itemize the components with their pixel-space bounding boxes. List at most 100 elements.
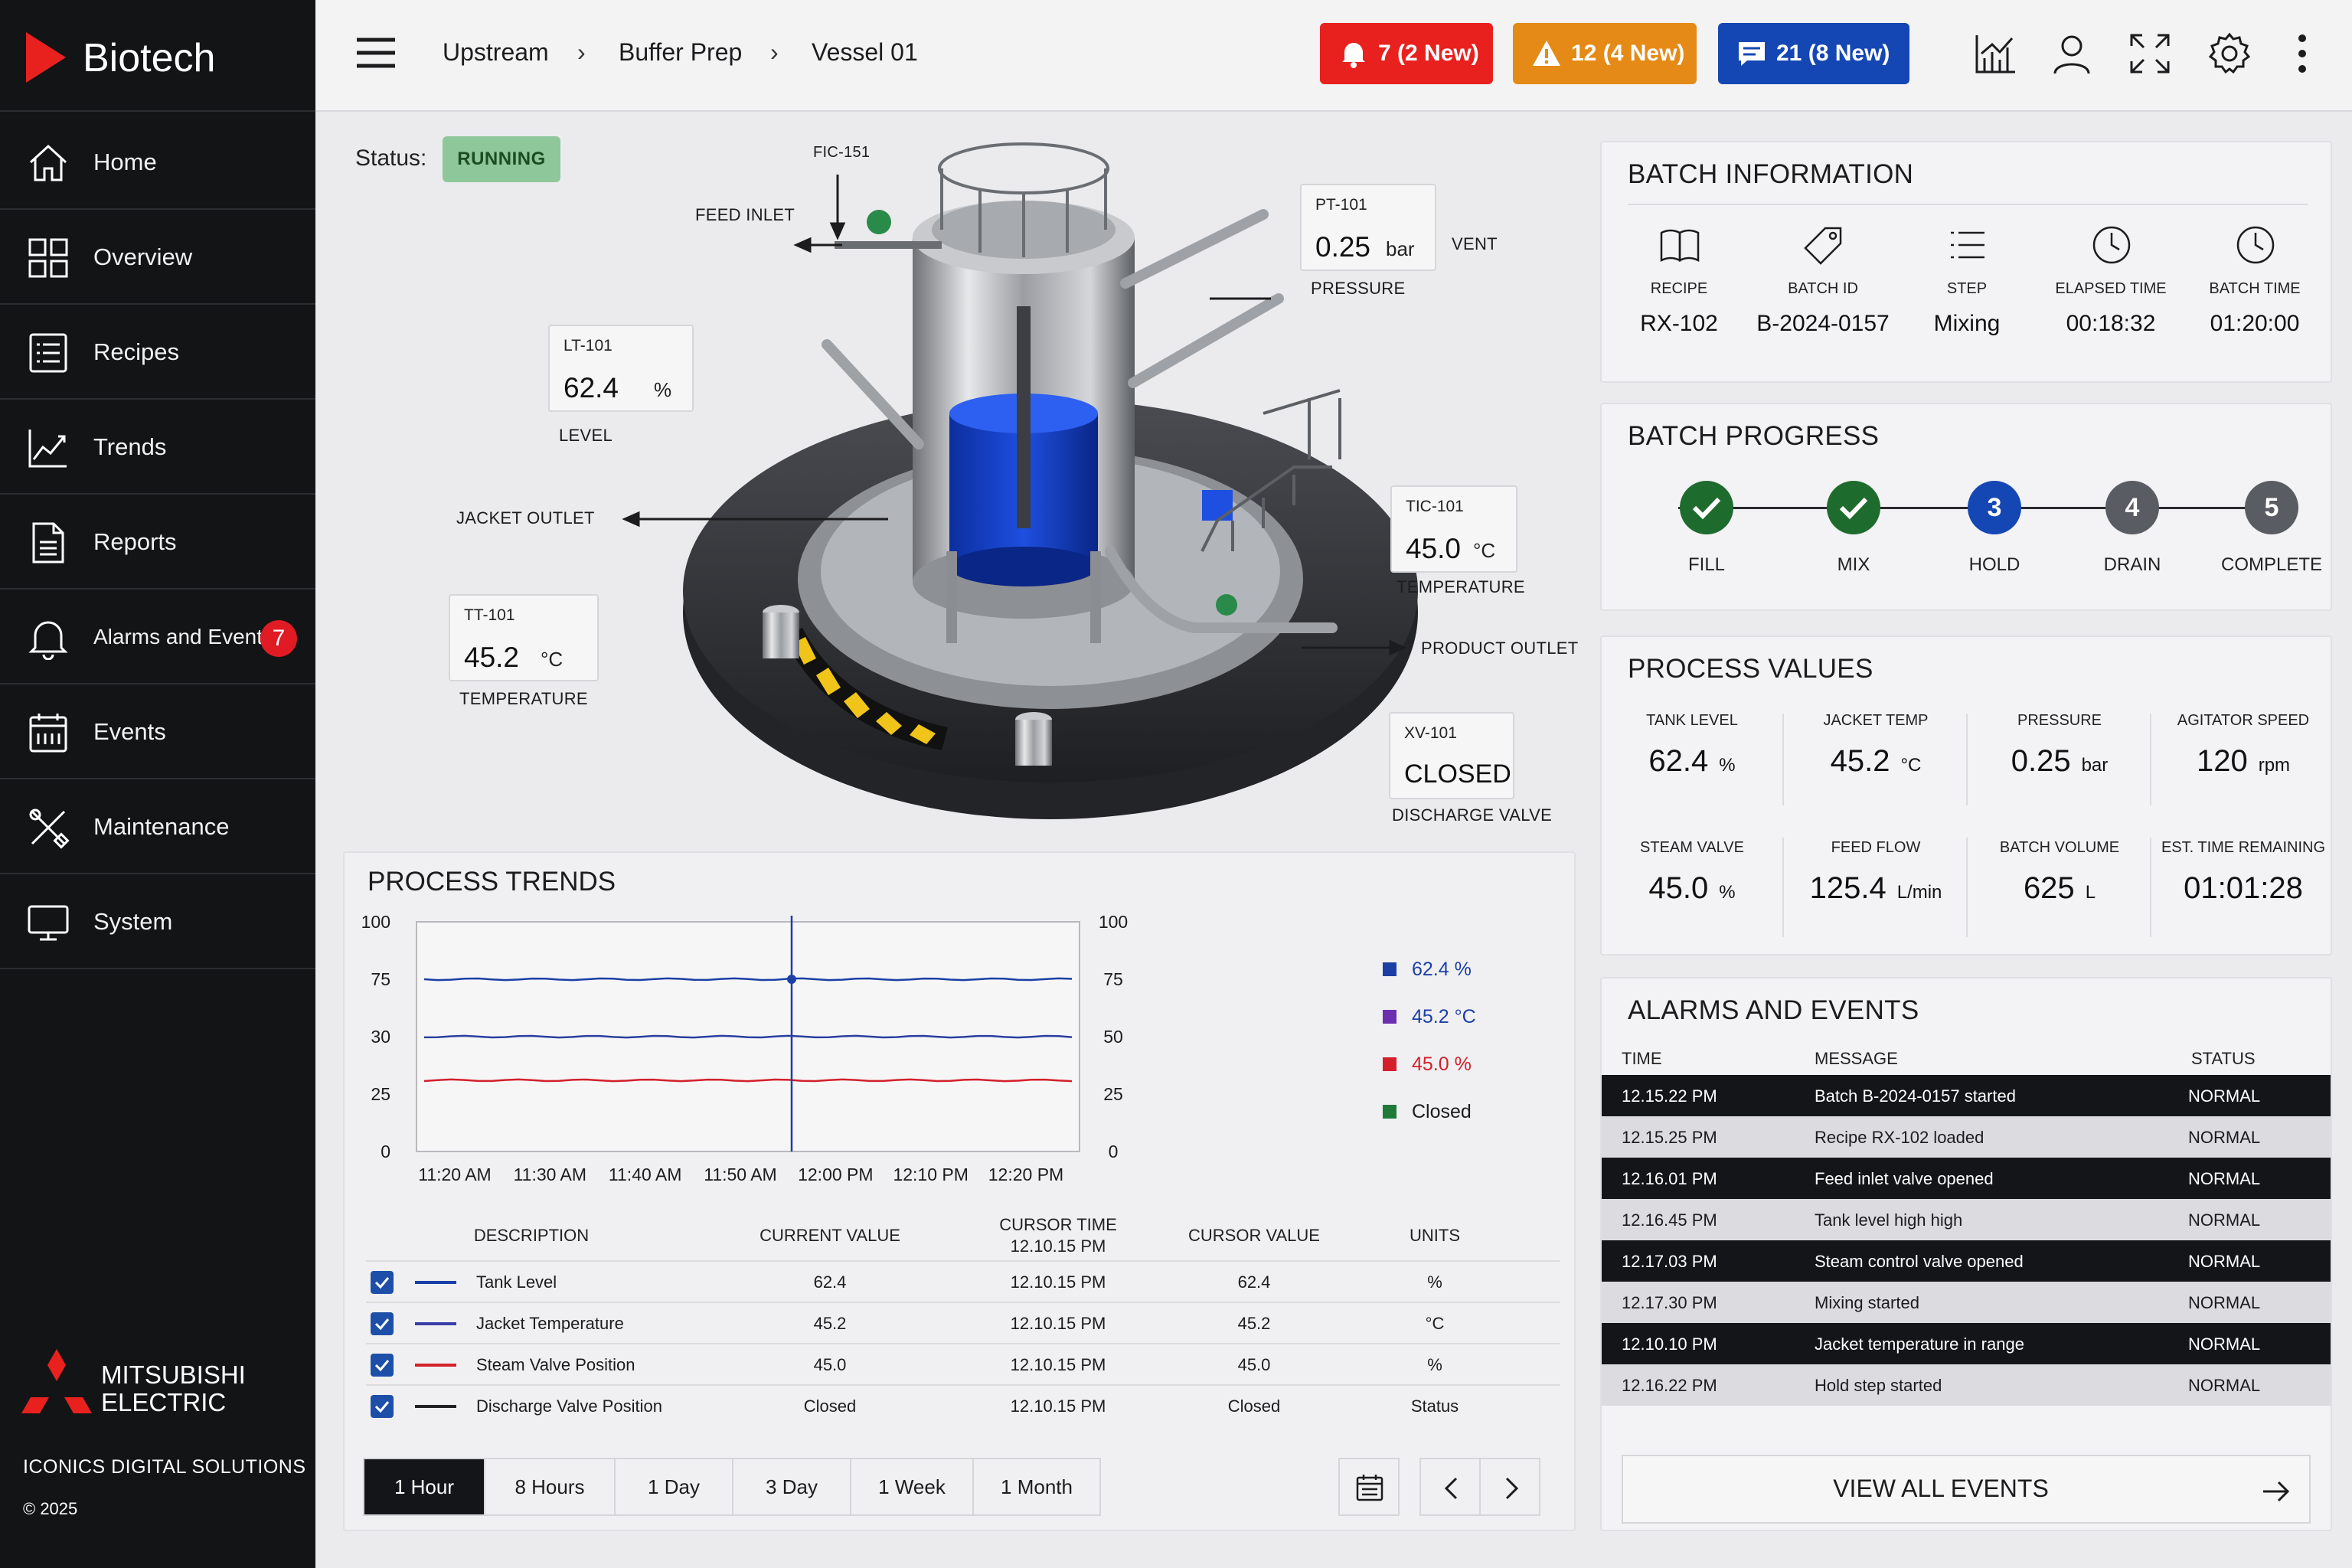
series-checkbox[interactable] xyxy=(371,1354,394,1377)
more-options-icon[interactable] xyxy=(2291,31,2314,77)
event-message: Steam control valve opened xyxy=(1815,1252,2024,1271)
arrow-right-icon xyxy=(2263,1481,2290,1502)
y-tick-right: 0 xyxy=(1109,1142,1119,1161)
copyright: © 2025 xyxy=(23,1499,78,1518)
y-tick-left: 30 xyxy=(371,1027,390,1047)
batch-info-label: ELAPSED TIME xyxy=(2055,280,2167,297)
fullscreen-icon[interactable] xyxy=(2127,31,2173,77)
sidebar-item-maintenance[interactable]: Maintenance xyxy=(0,779,315,874)
row-units: % xyxy=(1427,1355,1442,1374)
previous-button[interactable] xyxy=(1419,1458,1481,1516)
event-row[interactable]: 12.17.03 PM Steam control valve opened N… xyxy=(1602,1240,2331,1282)
row-units: % xyxy=(1427,1272,1442,1292)
breadcrumb-buffer-prep[interactable]: Buffer Prep xyxy=(619,35,742,69)
legend-jacket-temp[interactable]: 45.2 °C xyxy=(1383,1006,1476,1028)
critical-alarms-button[interactable]: 7 (2 New) xyxy=(1320,23,1493,84)
series-checkbox[interactable] xyxy=(371,1395,394,1418)
sidebar-item-trends[interactable]: Trends xyxy=(0,400,315,495)
series-swatch xyxy=(415,1364,456,1367)
legend-label: 62.4 % xyxy=(1412,959,1472,980)
calendar-button[interactable] xyxy=(1338,1458,1400,1516)
event-message: Feed inlet valve opened xyxy=(1815,1169,1994,1188)
warning-alarms-button[interactable]: 12 (4 New) xyxy=(1513,23,1697,84)
batch-progress-panel: BATCH PROGRESS FILL MIX 3 HOLD 4 DRAIN 5… xyxy=(1600,403,2332,611)
sidebar-item-events[interactable]: Events xyxy=(0,684,315,779)
pv-unit: L xyxy=(2085,882,2096,903)
series-swatch xyxy=(415,1405,456,1408)
event-row[interactable]: 12.16.22 PM Hold step started NORMAL xyxy=(1602,1364,2331,1406)
event-status: NORMAL xyxy=(2188,1293,2261,1312)
range-1-day[interactable]: 1 Day xyxy=(616,1459,733,1514)
sidebar-item-recipes[interactable]: Recipes xyxy=(0,305,315,400)
range-1-month[interactable]: 1 Month xyxy=(974,1459,1099,1514)
pv-label: STEAM VALVE xyxy=(1640,839,1744,856)
tag-tt-id: TT-101 xyxy=(464,606,515,624)
discharge-valve-tag-box[interactable]: XV-101 CLOSED xyxy=(1389,712,1514,799)
check-icon xyxy=(374,1360,390,1372)
x-tick: 11:40 AM xyxy=(609,1165,681,1184)
warning-alarms-count: 12 (4 New) xyxy=(1571,41,1685,66)
pv-unit: % xyxy=(1719,882,1736,903)
x-tick: 11:50 AM xyxy=(704,1165,776,1184)
pv-label: TANK LEVEL xyxy=(1646,712,1738,729)
breadcrumb-upstream[interactable]: Upstream xyxy=(443,35,549,69)
sidebar-item-system[interactable]: System xyxy=(0,874,315,969)
legend-swatch xyxy=(1383,962,1396,976)
level-tag-box[interactable]: LT-101 62.4 % xyxy=(548,325,694,412)
pv-tank-level: TANK LEVEL 62.4% xyxy=(1602,700,1782,822)
y-tick-right: 75 xyxy=(1103,969,1123,989)
batch-info-recipe: RECIPE RX-102 xyxy=(1608,219,1750,336)
range-3-day[interactable]: 3 Day xyxy=(733,1459,851,1514)
sidebar-item-reports[interactable]: Reports xyxy=(0,495,315,590)
event-message: Batch B-2024-0157 started xyxy=(1815,1086,2016,1106)
pv-value: 01:01:28 xyxy=(2153,871,2334,906)
menu-icon[interactable] xyxy=(355,34,397,72)
event-row[interactable]: 12.17.30 PM Mixing started NORMAL xyxy=(1602,1282,2331,1323)
legend-tank-level[interactable]: 62.4 % xyxy=(1383,959,1472,981)
message-events-button[interactable]: 21 (8 New) xyxy=(1718,23,1909,84)
sidebar-item-alarms-and-events[interactable]: Alarms and Events 7 xyxy=(0,590,315,684)
row-current: Closed xyxy=(803,1396,857,1416)
sidebar-item-label: Reports xyxy=(93,528,177,555)
chart-icon[interactable] xyxy=(1972,31,2018,77)
pv-unit: °C xyxy=(1900,755,1922,776)
sidebar-item-overview[interactable]: Overview xyxy=(0,210,315,305)
pv-number: 625 xyxy=(2023,871,2075,905)
batch-info-step: STEP Mixing xyxy=(1896,219,2038,336)
next-button[interactable] xyxy=(1479,1458,1540,1516)
range-1-week[interactable]: 1 Week xyxy=(851,1459,974,1514)
range-8-hours[interactable]: 8 Hours xyxy=(485,1459,616,1514)
event-row[interactable]: 12.15.22 PM Batch B-2024-0157 started NO… xyxy=(1602,1075,2331,1116)
event-row[interactable]: 12.15.25 PM Recipe RX-102 loaded NORMAL xyxy=(1602,1116,2331,1158)
pv-number: 62.4 xyxy=(1648,744,1709,778)
series-checkbox[interactable] xyxy=(371,1271,394,1294)
range-1-hour[interactable]: 1 Hour xyxy=(364,1459,485,1514)
event-row[interactable]: 12.16.45 PM Tank level high high NORMAL xyxy=(1602,1199,2331,1240)
series-swatch xyxy=(415,1281,456,1284)
pv-value: 0.25 bar xyxy=(1969,744,2150,779)
legend-discharge-valve[interactable]: Closed xyxy=(1383,1101,1472,1123)
sidebar-item-home[interactable]: Home xyxy=(0,115,315,210)
check-icon xyxy=(374,1277,390,1289)
temperature-tag-box[interactable]: TT-101 45.2 °C xyxy=(449,594,599,681)
logo-line-1: MITSUBISHI xyxy=(101,1361,246,1389)
step-label: HOLD xyxy=(1968,554,2020,575)
temperature-controller-tag-box[interactable]: TIC-101 45.0 °C xyxy=(1390,485,1517,573)
event-row[interactable]: 12.10.10 PM Jacket temperature in range … xyxy=(1602,1323,2331,1364)
user-icon[interactable] xyxy=(2049,31,2095,77)
event-row[interactable]: 12.16.01 PM Feed inlet valve opened NORM… xyxy=(1602,1158,2331,1199)
gear-icon[interactable] xyxy=(2207,31,2252,77)
process-trends-panel: PROCESS TRENDS 100 75 30 25 0 100 75 50 25 0 11:20… xyxy=(343,851,1576,1531)
pressure-tag-box[interactable]: PT-101 0.25 bar xyxy=(1300,184,1436,271)
tag-tic-id: TIC-101 xyxy=(1406,498,1464,515)
pv-unit: L/min xyxy=(1896,882,1942,903)
breadcrumb-vessel[interactable]: Vessel 01 xyxy=(812,35,918,69)
legend-steam-valve[interactable]: 45.0 % xyxy=(1383,1054,1472,1076)
row-cursor-value: 45.0 xyxy=(1237,1355,1271,1374)
chevron-left-icon xyxy=(1444,1477,1458,1500)
view-all-events-button[interactable]: VIEW ALL EVENTS xyxy=(1622,1455,2311,1524)
book-icon xyxy=(1660,229,1700,263)
brand[interactable]: Biotech xyxy=(0,0,315,112)
series-checkbox[interactable] xyxy=(371,1312,394,1335)
tag-xv-id: XV-101 xyxy=(1404,724,1457,742)
